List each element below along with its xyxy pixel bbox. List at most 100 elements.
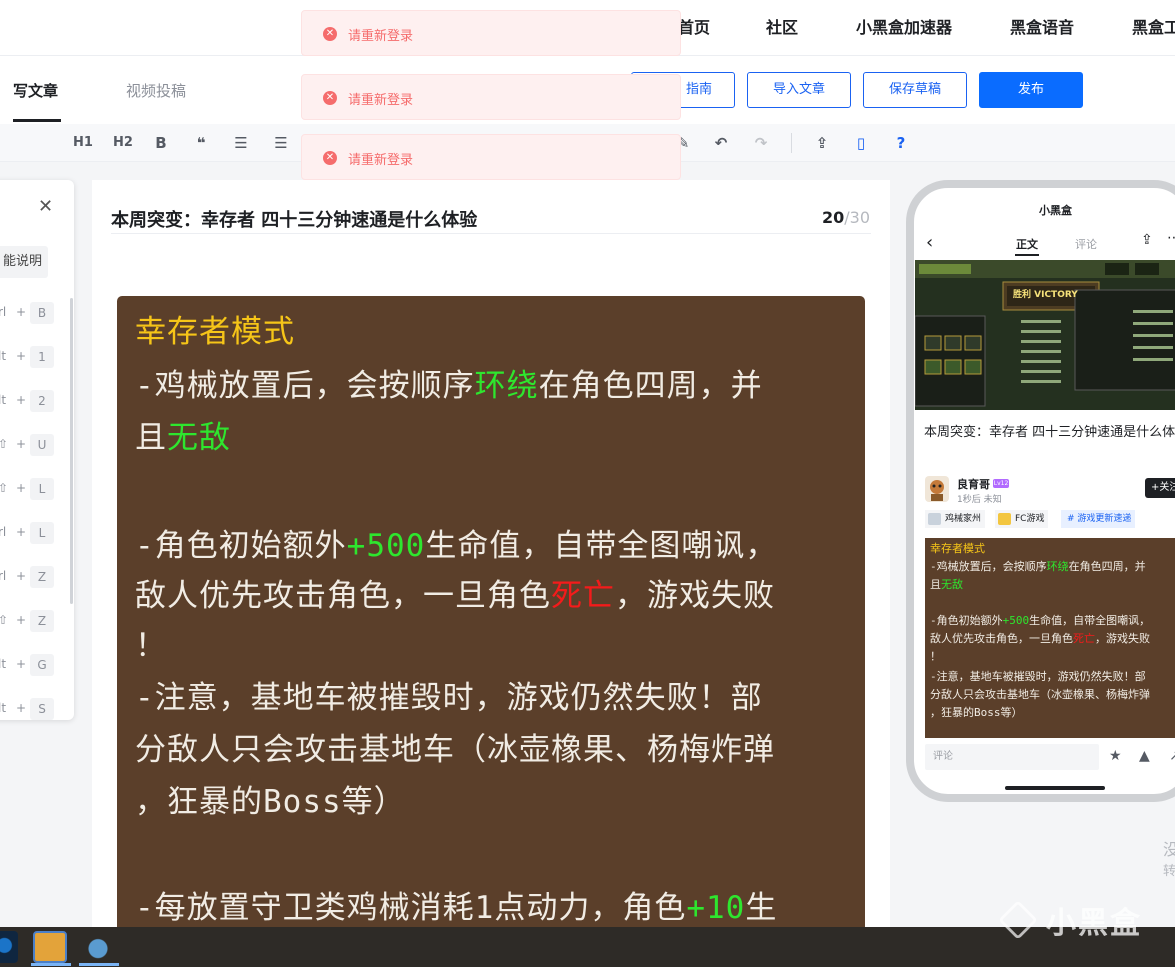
heading1-icon[interactable]: H1 [72, 132, 94, 154]
shortcut-key: 2 [30, 390, 54, 412]
bold-icon[interactable]: B [150, 132, 172, 154]
image-text-segment: ，狂暴的Boss等） [930, 706, 1023, 719]
toast-message: 请重新登录 [348, 93, 414, 108]
author-avatar[interactable] [925, 476, 949, 502]
import-article-button[interactable]: 导入文章 [747, 72, 851, 108]
article-image[interactable]: 幸存者模式 -鸡械放置后，会按顺序环绕在角色四周，并 且无敌 -角色初始额外+500生… [117, 296, 865, 956]
shortcut-row: rl + B [0, 302, 62, 324]
tag-label: FC游戏 [1015, 514, 1045, 524]
article-title-input[interactable]: 本周突变：幸存者 四十三分钟速通是什么体验 [111, 206, 477, 232]
shortcut-modifier: lt [0, 701, 7, 715]
upload-icon[interactable]: ⇪ [811, 132, 833, 154]
image-text-segment: 环绕 [474, 368, 539, 404]
publish-button[interactable]: 发布 [979, 72, 1083, 108]
steam-icon[interactable] [0, 931, 18, 963]
image-text-segment: ！ [135, 628, 167, 664]
image-text-segment: 分敌人只会攻击基地车（冰壶橡果、杨梅炸弹 [135, 732, 775, 768]
title-count-max: /30 [844, 208, 870, 227]
feature-description-chip[interactable]: 能说明 [0, 246, 48, 278]
preview-game-screenshot: 胜利 VICTORY [915, 260, 1175, 410]
comment-input[interactable]: 评论 [925, 744, 1099, 770]
shortcut-row: ⇧ + L [0, 478, 62, 500]
tag-label: 鸡械家州 [945, 514, 982, 524]
image-text-line: -注意，基地车被摧毁时，游戏仍然失败！部 [930, 668, 1146, 684]
image-text-segment: 无敌 [941, 578, 963, 591]
tag-topic[interactable]: # 游戏更新速递 [1061, 510, 1136, 528]
active-app-indicator [31, 963, 71, 966]
image-text-segment: 死亡 [551, 578, 615, 614]
image-text-segment: 生 [745, 890, 778, 926]
shortcut-key: 1 [30, 346, 54, 368]
image-text-segment: 幸存者模式 [135, 314, 295, 350]
post-time: 1秒后 未知 [957, 495, 1002, 505]
os-taskbar [0, 927, 1175, 967]
image-text-segment: ，游戏失败 [615, 578, 775, 614]
like-icon[interactable]: ▲ [1139, 748, 1150, 764]
image-text-segment: ！ [930, 650, 941, 663]
image-text-segment: 且 [135, 420, 167, 456]
share-icon[interactable]: ⇪ [1141, 232, 1153, 248]
tab-video-upload[interactable]: 视频投稿 [126, 80, 186, 101]
image-text-segment: +500 [1002, 614, 1030, 627]
image-text-segment: 分敌人只会攻击基地车（冰壶橡果、杨梅炸弹 [930, 688, 1150, 701]
help-icon[interactable]: ? [890, 132, 912, 154]
shortcut-key: L [30, 522, 54, 544]
more-icon[interactable]: ⋯ [1167, 230, 1175, 246]
nav-accelerator[interactable]: 小黑盒加速器 [856, 14, 952, 38]
shortcut-key: L [30, 478, 54, 500]
image-text-segment: 生命值，自带全图嘲讽， [1029, 614, 1151, 627]
shortcut-plus: + [16, 305, 27, 319]
shortcut-modifier: lt [0, 349, 7, 363]
quote-icon[interactable]: ❝ [190, 132, 212, 154]
share-small-icon[interactable]: ↗ [1169, 748, 1175, 764]
image-text-line: 且无敌 [930, 576, 963, 592]
shortcut-modifier: lt [0, 393, 7, 407]
fc-icon [998, 513, 1011, 525]
image-text-line: 幸存者模式 [135, 306, 295, 351]
save-draft-button[interactable]: 保存草稿 [863, 72, 967, 108]
image-text-segment: 死亡 [1073, 632, 1095, 645]
tab-write-article[interactable]: 写文章 [13, 80, 58, 101]
back-icon[interactable]: ‹ [926, 232, 933, 253]
car-app-icon[interactable] [81, 931, 115, 963]
preview-tab-indicator [1015, 254, 1039, 256]
tag-fc[interactable]: FC游戏 [995, 510, 1049, 528]
image-text-line: 且无敌 [135, 412, 231, 457]
follow-button[interactable]: +关注 [1145, 478, 1175, 498]
tag-game[interactable]: 鸡械家州 [925, 510, 986, 528]
close-icon[interactable]: ✕ [38, 196, 53, 217]
editor-area: 本周突变：幸存者 四十三分钟速通是什么体验 20/30 幸存者模式 -鸡械放置后，… [92, 180, 890, 956]
shortcut-modifier: ⇧ [0, 437, 9, 451]
preview-tab-text[interactable]: 正文 [1016, 236, 1038, 252]
mobile-preview-icon[interactable]: ▯ [850, 132, 872, 154]
victory-banner: 胜利 VICTORY [1013, 290, 1078, 300]
game-screenshot-art [915, 260, 1175, 410]
author-name[interactable]: 良育哥 [957, 476, 990, 492]
undo-icon[interactable]: ↶ [710, 132, 732, 154]
star-icon[interactable]: ★ [1109, 748, 1122, 764]
shortcut-row: rl + Z [0, 566, 62, 588]
shortcut-row: rl + L [0, 522, 62, 544]
preview-title: 本周突变：幸存者 四十三分钟速通是什么体验 [924, 425, 1175, 440]
redo-icon[interactable]: ↷ [750, 132, 772, 154]
shortcut-modifier: rl [0, 305, 7, 319]
image-text-line: ！ [930, 648, 941, 664]
shortcut-plus: + [16, 481, 27, 495]
nav-tools[interactable]: 黑盒工 [1132, 14, 1175, 38]
image-text-segment: 敌人优先攻击角色，一旦角色 [930, 632, 1073, 645]
nav-voice[interactable]: 黑盒语音 [1010, 14, 1074, 38]
shortcut-row: lt +1 [0, 346, 62, 368]
toolbar-divider [791, 133, 792, 153]
error-icon: ✕ [323, 151, 337, 165]
game-app-icon[interactable] [33, 931, 67, 963]
preview-tab-comment[interactable]: 评论 [1075, 236, 1097, 252]
image-text-segment: -角色初始额外 [135, 528, 347, 564]
heading2-icon[interactable]: H2 [112, 132, 134, 154]
unordered-list-icon[interactable]: ☰ [270, 132, 292, 154]
shortcut-modifier: rl [0, 569, 7, 583]
shortcut-plus: + [16, 569, 27, 583]
nav-community[interactable]: 社区 [766, 14, 798, 38]
panel-scrollbar[interactable] [70, 298, 73, 604]
ordered-list-icon[interactable]: ☰ [230, 132, 252, 154]
nav-home[interactable]: 首页 [678, 14, 710, 38]
